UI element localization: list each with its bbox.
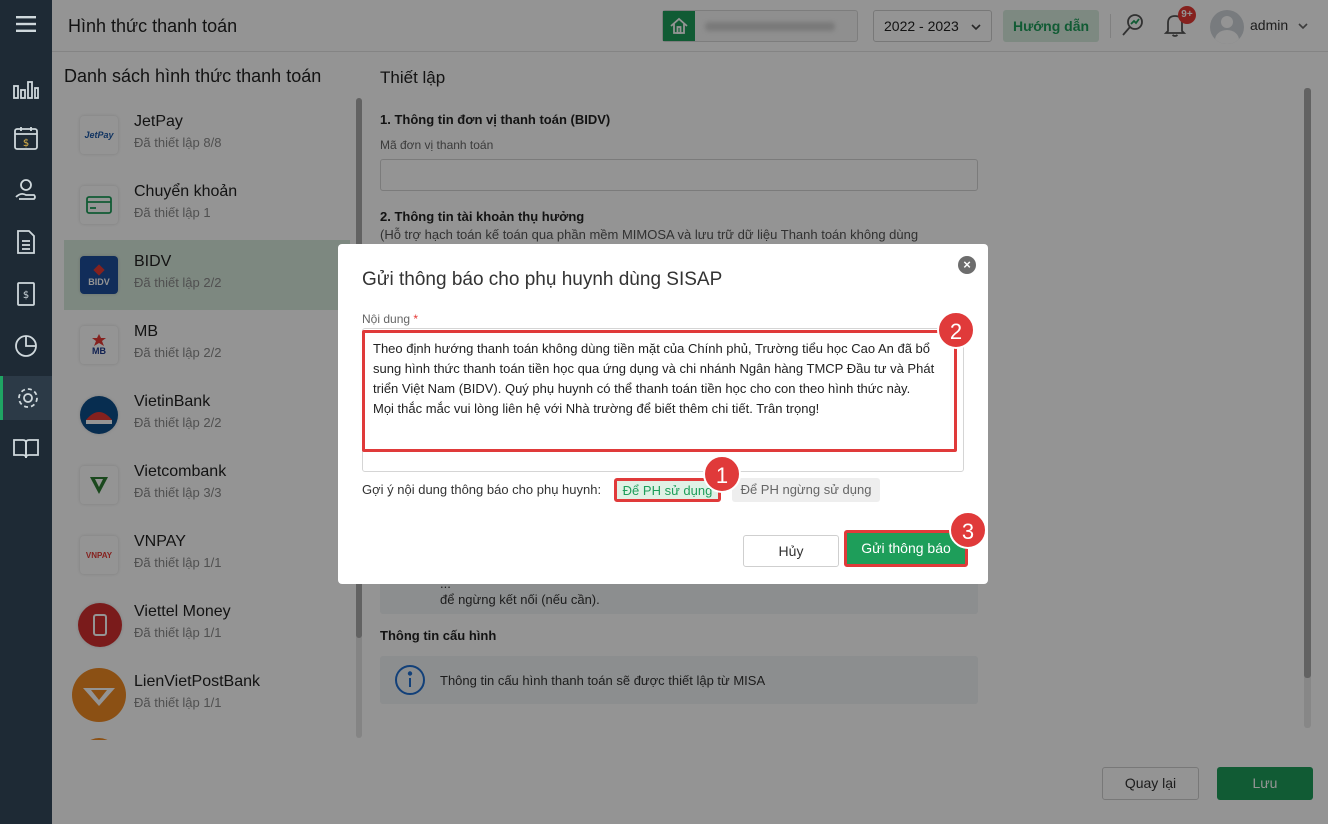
document-icon[interactable] [0, 220, 52, 264]
content-label: Nội dung * [362, 312, 418, 326]
required-mark: * [413, 312, 419, 326]
svg-text:$: $ [23, 138, 29, 149]
calendar-money-icon[interactable]: $ [0, 116, 52, 160]
dialog-title: Gửi thông báo cho phụ huynh dùng SISAP [362, 269, 723, 290]
step-marker-1: 1 [703, 455, 741, 493]
chart-icon[interactable] [0, 66, 52, 110]
menu-icon[interactable] [0, 2, 52, 46]
message-paragraph-1: Theo định hướng thanh toán không dùng ti… [373, 341, 935, 396]
gear-icon[interactable] [0, 376, 52, 420]
suggest-stop-chip[interactable]: Để PH ngừng sử dụng [732, 478, 880, 502]
suggest-label: Gợi ý nội dung thông báo cho phụ huynh: [362, 482, 602, 497]
content-label-text: Nội dung [362, 312, 411, 326]
message-paragraph-2: Mọi thắc mắc vui lòng liên hệ với Nhà tr… [373, 401, 820, 416]
open-book-icon[interactable] [0, 426, 52, 470]
left-nav-rail: $ $ [0, 0, 52, 824]
send-notification-dialog: Gửi thông báo cho phụ huynh dùng SISAP ×… [338, 244, 988, 584]
step-marker-3: 3 [949, 511, 987, 549]
pie-chart-icon[interactable] [0, 324, 52, 368]
message-text[interactable]: Theo định hướng thanh toán không dùng ti… [373, 339, 953, 419]
close-icon[interactable]: × [958, 256, 976, 274]
svg-text:$: $ [23, 290, 29, 301]
hand-coin-icon[interactable] [0, 168, 52, 212]
step-marker-2: 2 [937, 311, 975, 349]
cancel-button[interactable]: Hủy [743, 535, 839, 567]
money-book-icon[interactable]: $ [0, 272, 52, 316]
